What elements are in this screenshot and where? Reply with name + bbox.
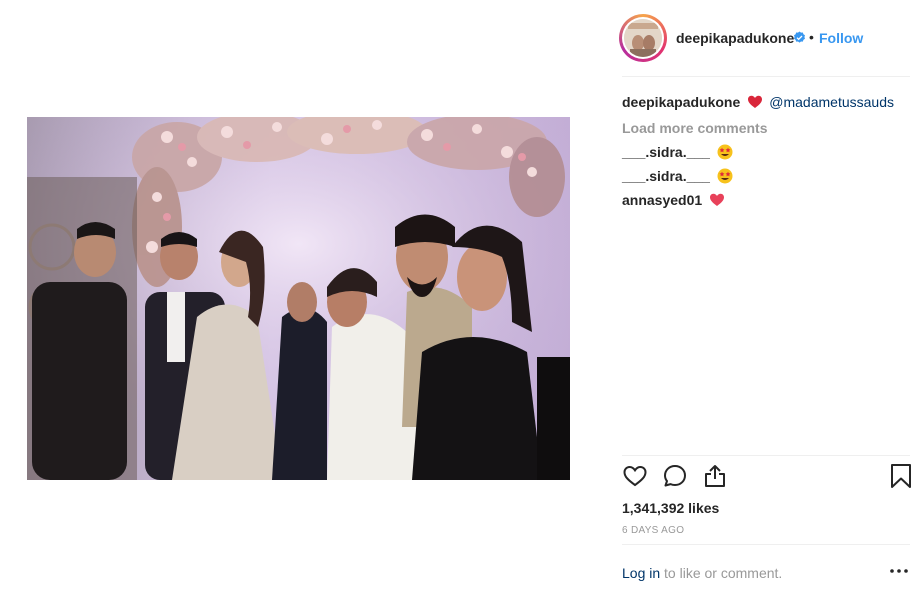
bookmark-icon[interactable] — [888, 463, 914, 489]
action-bar — [622, 463, 912, 493]
login-link[interactable]: Log in — [622, 565, 660, 581]
likes-count[interactable]: 1,341,392 likes — [622, 500, 719, 516]
comment-username[interactable]: ___.sidra.___ — [622, 168, 710, 184]
caption-mention[interactable]: @madametussauds — [769, 94, 894, 110]
verified-badge-icon — [794, 31, 805, 43]
post-username[interactable]: deepikapadukone — [676, 30, 794, 46]
login-prompt: Log in to like or comment. — [622, 565, 782, 581]
footer-divider — [622, 544, 910, 545]
heart-outline-icon[interactable] — [622, 463, 648, 489]
header-divider — [622, 76, 910, 77]
comment-username[interactable]: ___.sidra.___ — [622, 144, 710, 160]
red-heart-emoji — [748, 95, 763, 108]
caption: deepikapadukone @madametussauds — [622, 90, 912, 114]
post-side-panel: deepikapadukone • Follow deepikapadukone… — [600, 0, 923, 596]
follow-separator: • — [809, 29, 814, 45]
login-prompt-text: to like or comment. — [660, 565, 783, 581]
load-more-comments[interactable]: Load more comments — [622, 116, 912, 140]
post-timestamp: 6 DAYS AGO — [622, 525, 685, 536]
red-heart-emoji — [710, 193, 725, 206]
comment-item: annasyed01 — [622, 188, 912, 212]
follow-button[interactable]: Follow — [819, 30, 863, 46]
star-struck-emoji — [717, 144, 733, 160]
share-icon[interactable] — [702, 463, 728, 489]
avatar-image — [624, 19, 662, 57]
star-struck-emoji — [717, 168, 733, 184]
comment-bubble-icon[interactable] — [662, 463, 688, 489]
comment-item: ___.sidra.___ — [622, 140, 912, 164]
comment-item: ___.sidra.___ — [622, 164, 912, 188]
actions-divider — [622, 455, 910, 456]
more-options-icon[interactable] — [889, 563, 909, 579]
avatar[interactable] — [619, 14, 667, 62]
caption-username[interactable]: deepikapadukone — [622, 94, 740, 110]
comments-list: deepikapadukone @madametussauds Load mor… — [622, 90, 912, 212]
post-photo[interactable] — [27, 117, 570, 480]
photo-illustration — [27, 117, 570, 480]
post-header: deepikapadukone • Follow — [600, 14, 910, 62]
comment-username[interactable]: annasyed01 — [622, 192, 702, 208]
